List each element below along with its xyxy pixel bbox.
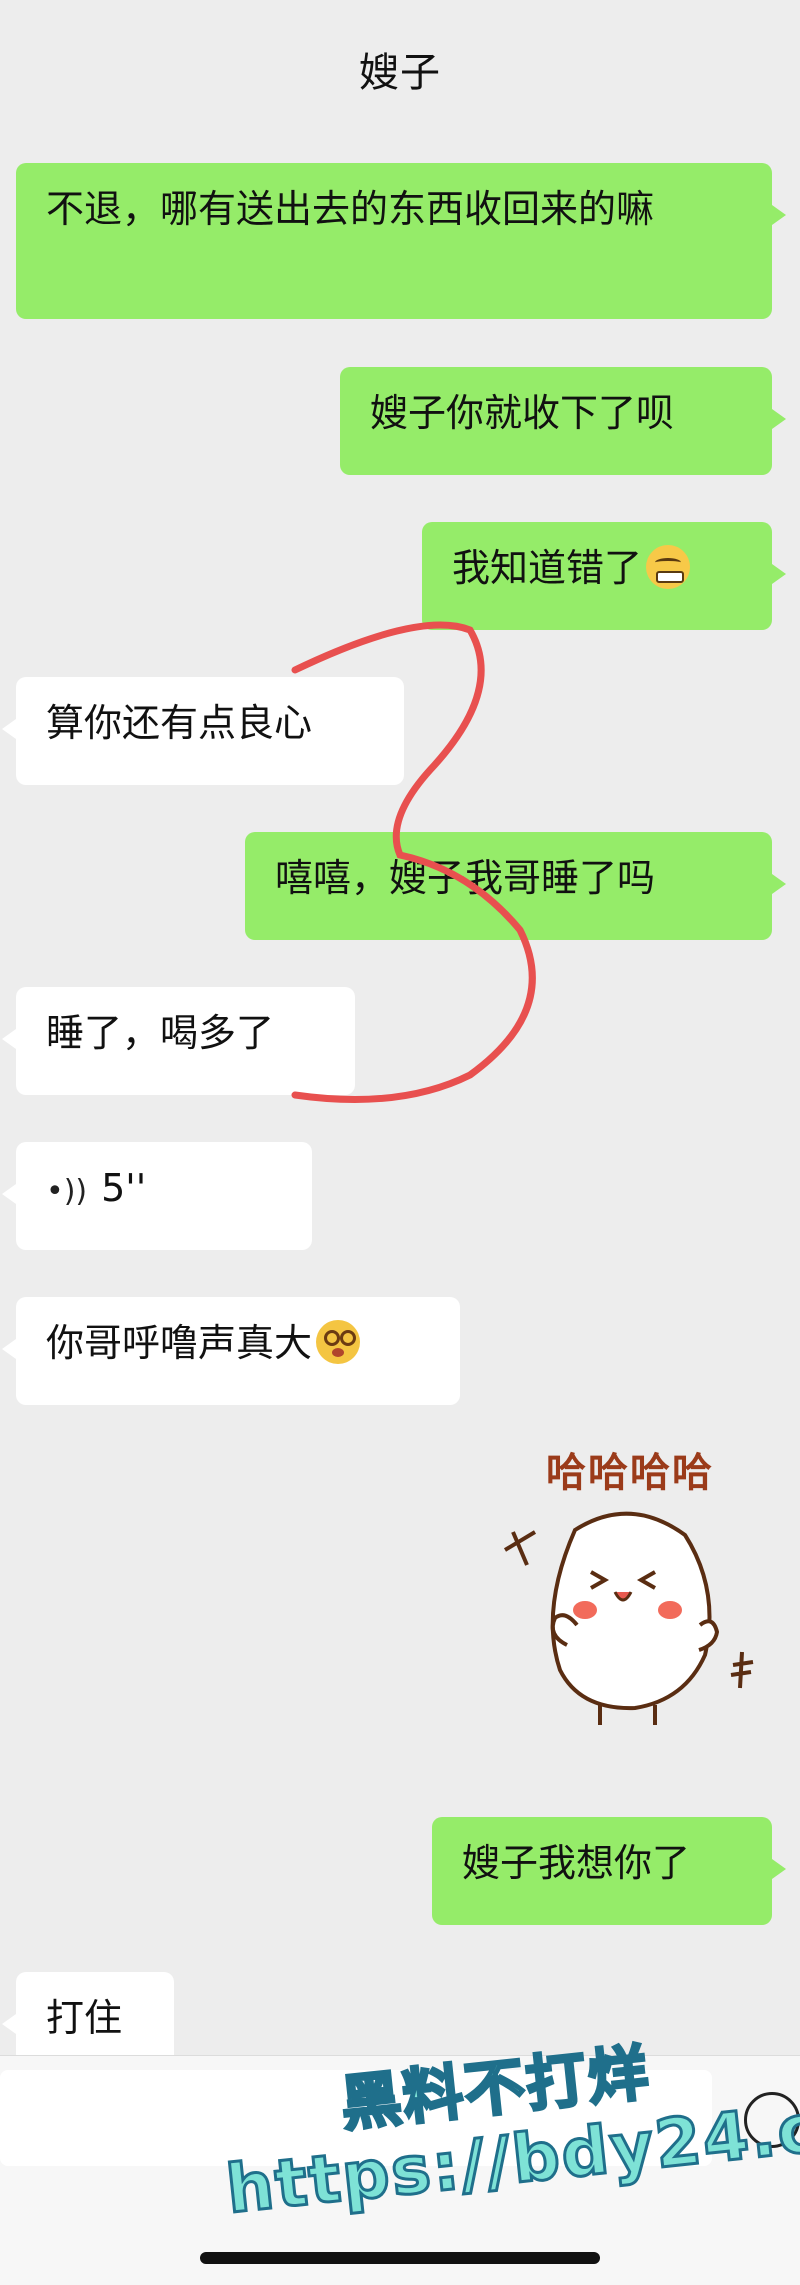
message-bubble-sent[interactable]: 嫂子你就收下了呗 bbox=[340, 367, 786, 475]
chat-title: 嫂子 bbox=[359, 50, 441, 96]
message-text: 嘻嘻，嫂子我哥睡了吗 bbox=[275, 856, 656, 900]
laughing-sticker[interactable]: 哈哈哈哈 bbox=[495, 1440, 765, 1770]
message-bubble-sent[interactable]: 嫂子我想你了 bbox=[432, 1817, 786, 1925]
message-text: 不退，哪有送出去的东西收回来的嘛 bbox=[46, 187, 655, 231]
voice-wave-icon: •)) bbox=[46, 1174, 88, 1209]
message-text: 嫂子我想你了 bbox=[462, 1841, 691, 1885]
message-text: 睡了，喝多了 bbox=[46, 1011, 275, 1055]
message-bubble-received[interactable]: 睡了，喝多了 bbox=[2, 987, 355, 1095]
message-bubble-received[interactable]: 算你还有点良心 bbox=[2, 677, 404, 785]
message-text: 你哥呼噜声真大 bbox=[46, 1321, 313, 1365]
voice-duration: 5'' bbox=[101, 1166, 147, 1210]
voice-message-bubble[interactable]: •)) 5'' bbox=[2, 1142, 312, 1250]
grimace-emoji-icon bbox=[646, 545, 691, 589]
home-indicator[interactable] bbox=[200, 2252, 600, 2264]
message-bubble-sent[interactable]: 不退，哪有送出去的东西收回来的嘛 bbox=[16, 163, 786, 319]
message-text: 打住 bbox=[46, 1996, 123, 2040]
message-text: 算你还有点良心 bbox=[46, 701, 313, 745]
message-text: 嫂子你就收下了呗 bbox=[370, 391, 675, 435]
chat-screen: 嫂子 不退，哪有送出去的东西收回来的嘛 嫂子你就收下了呗 我知道错了 算你还有点… bbox=[0, 0, 800, 2285]
sticker-caption: 哈哈哈哈 bbox=[546, 1450, 714, 1496]
chat-header: 嫂子 bbox=[0, 0, 800, 138]
message-bubble-sent[interactable]: 我知道错了 bbox=[422, 522, 786, 630]
message-bubble-sent[interactable]: 嘻嘻，嫂子我哥睡了吗 bbox=[245, 832, 786, 940]
dizzy-emoji-icon bbox=[316, 1320, 361, 1364]
message-bubble-received[interactable]: 你哥呼噜声真大 bbox=[2, 1297, 460, 1405]
message-text: 我知道错了 bbox=[452, 546, 643, 590]
